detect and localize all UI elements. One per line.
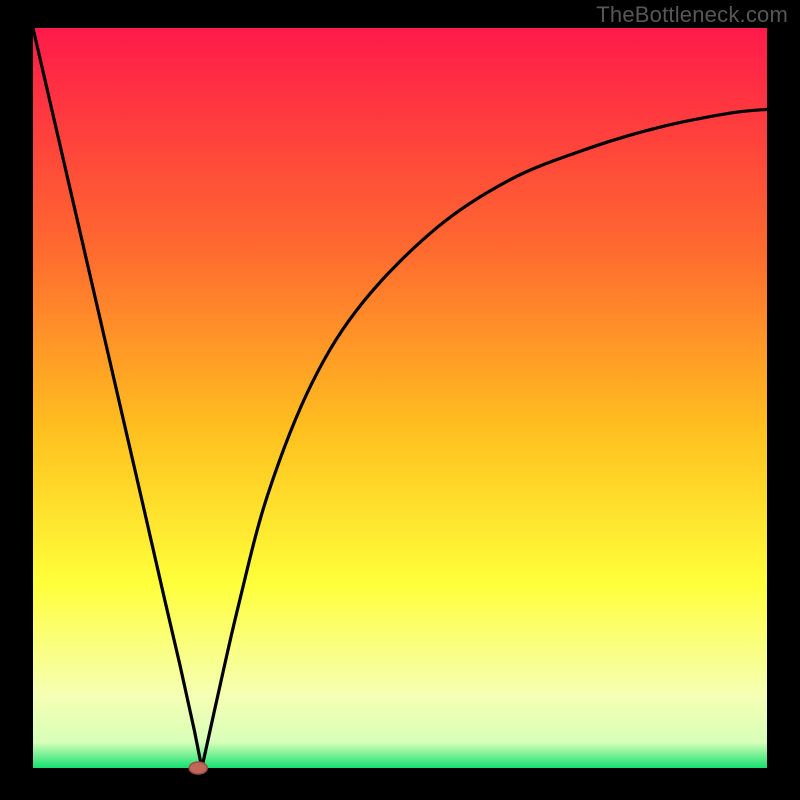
bottleneck-chart <box>0 0 800 800</box>
plot-background-gradient <box>33 28 767 768</box>
chart-frame: { "watermark": "TheBottleneck.com", "col… <box>0 0 800 800</box>
optimum-marker <box>189 762 207 774</box>
